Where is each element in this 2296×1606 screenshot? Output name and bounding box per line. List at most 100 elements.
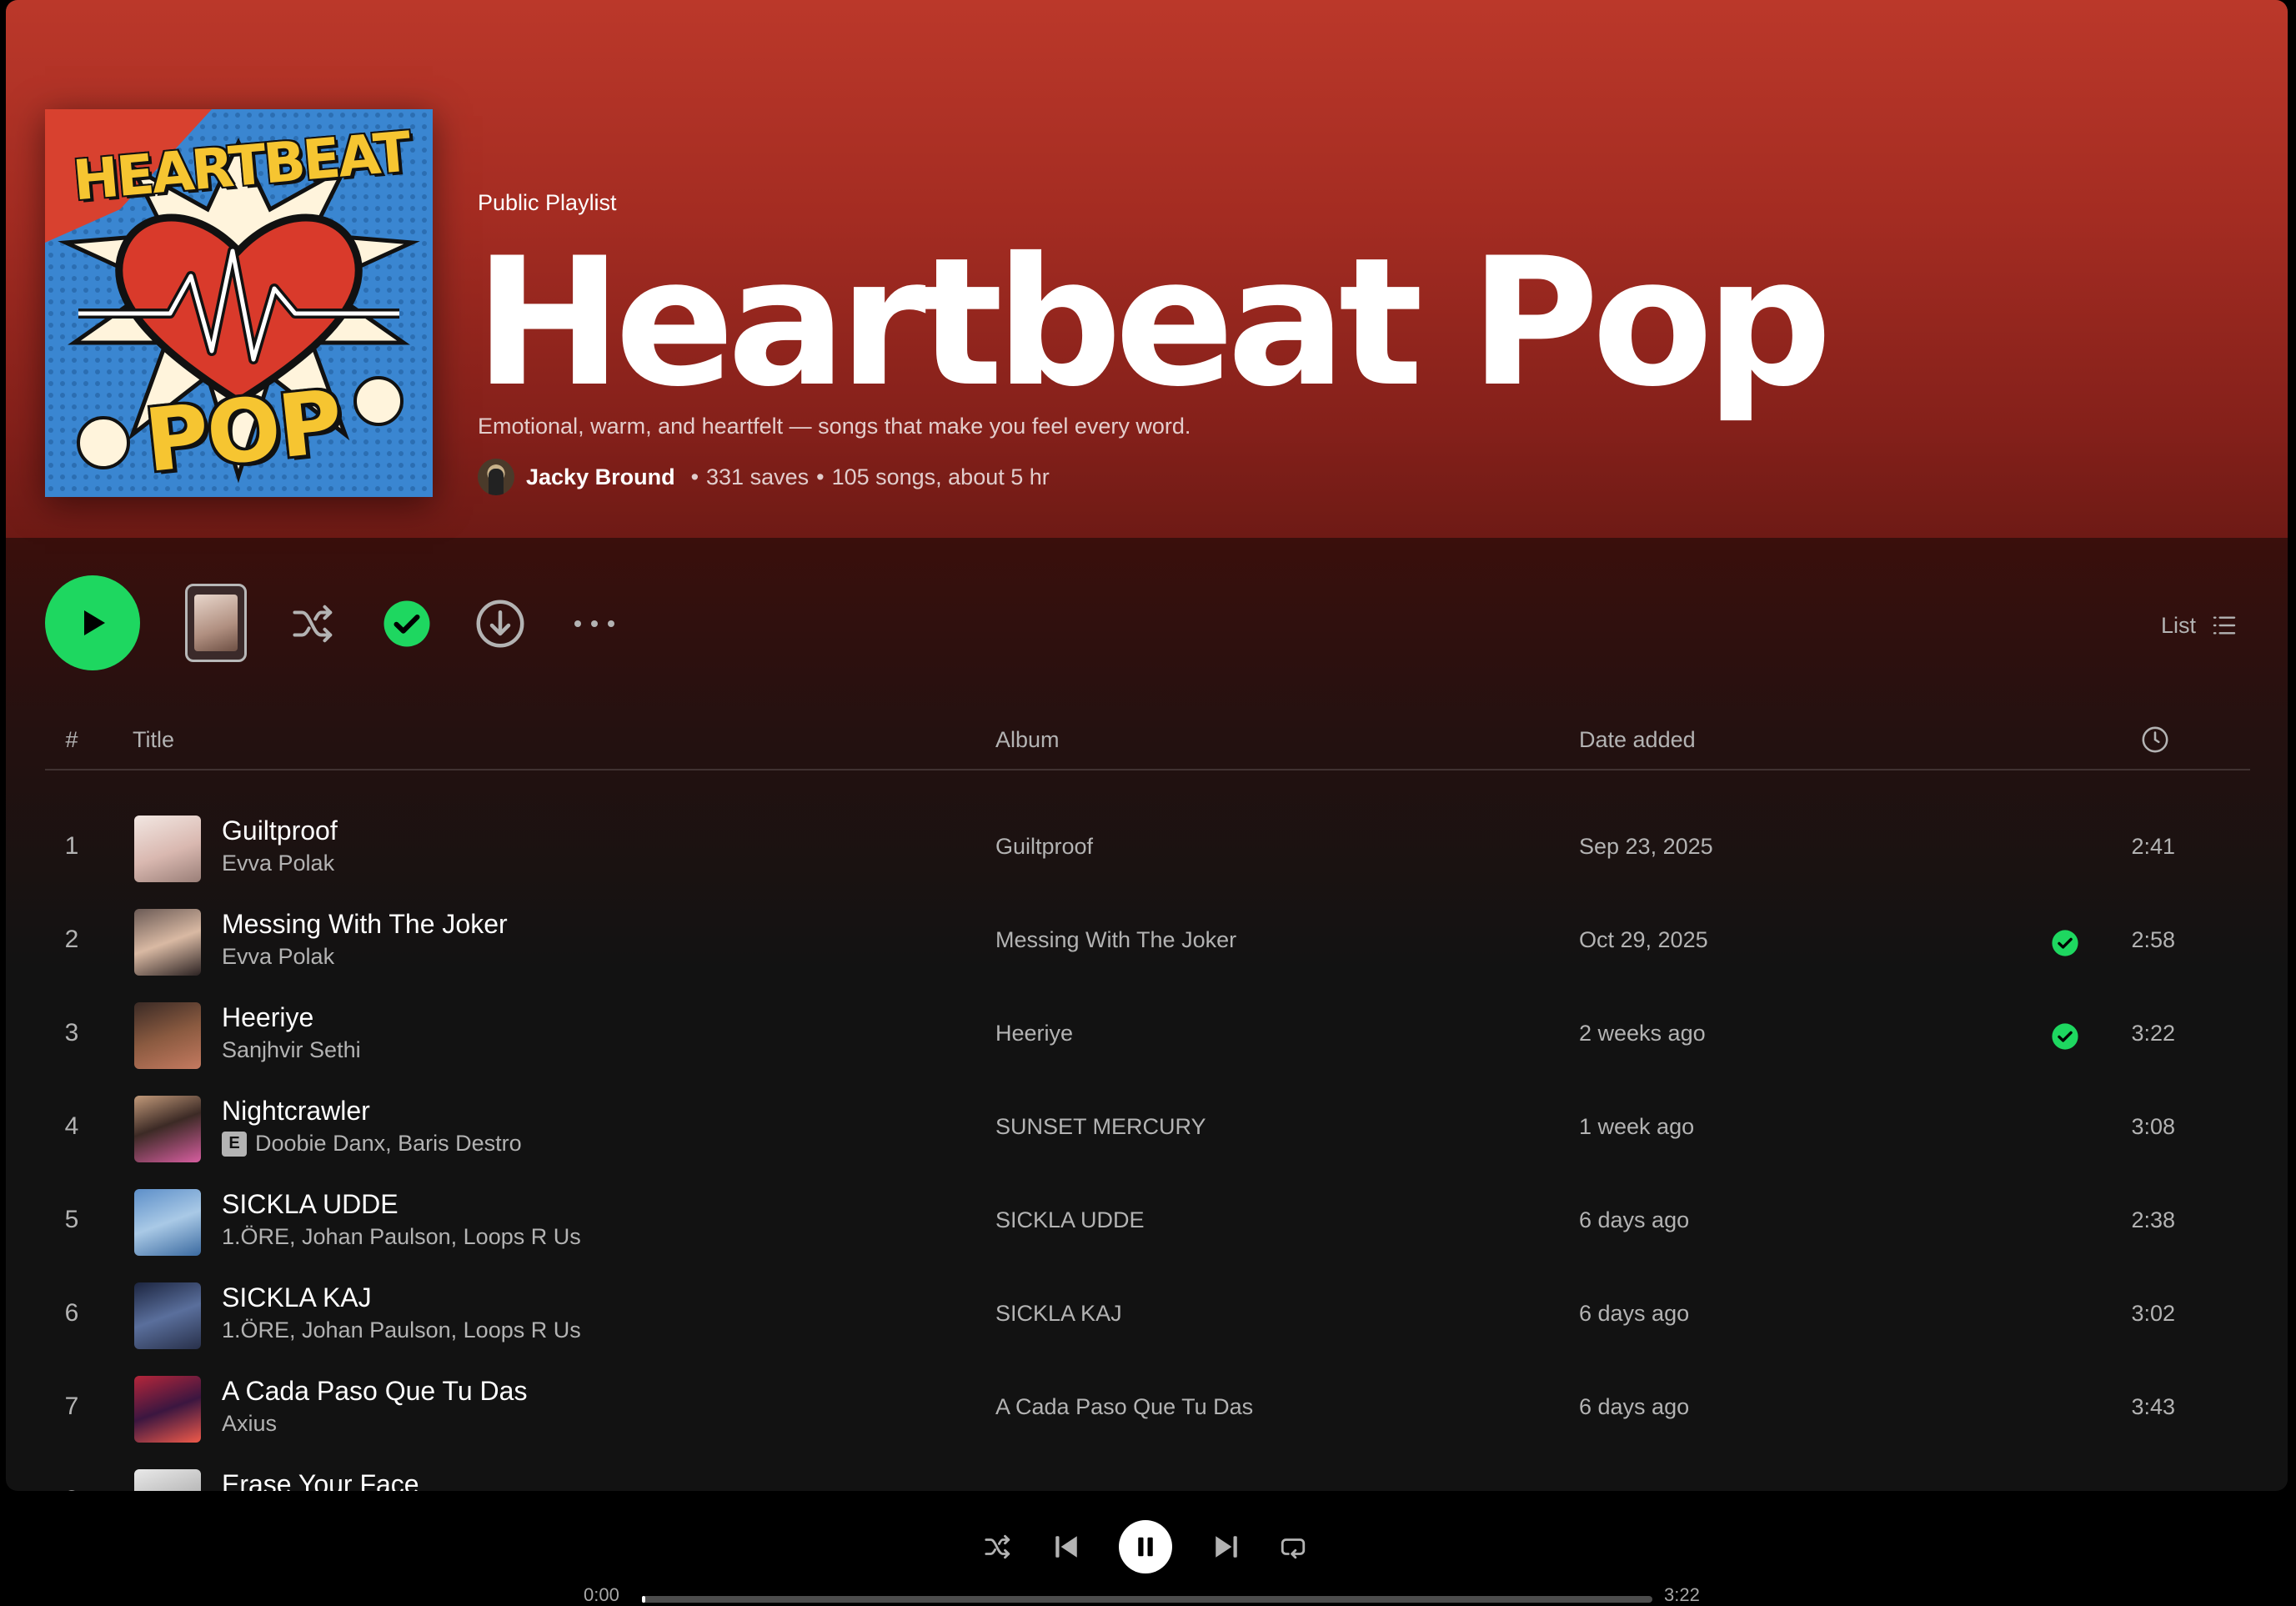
meta-separator: • [816,464,825,489]
column-date-header[interactable]: Date added [1579,727,1696,753]
track-thumbnail [134,1376,201,1443]
track-title-link[interactable]: Guiltproof [222,816,338,846]
track-artist[interactable]: Evva Polak [222,851,334,876]
track-artist-link[interactable]: Evva Polak [222,944,334,970]
skip-next-icon [1216,1536,1237,1558]
track-artist[interactable]: Evva Polak [222,944,334,970]
track-date-added: Sep 23, 2025 [1579,834,1713,859]
track-duration: 2:41 [2131,834,2175,859]
pause-button[interactable] [1119,1520,1172,1573]
track-duration: 2:38 [2131,1207,2175,1232]
track-number: 5 [64,1206,79,1233]
track-album-link[interactable]: Messing With The Joker [995,927,1236,953]
saves-count: 331 saves [706,464,810,489]
track-artist-link[interactable]: 1.ÖRE, Johan Paulson, Loops R Us [222,1317,581,1343]
track-number: 3 [64,1019,79,1046]
track-artist[interactable]: E Doobie Danx, Baris Destro [222,1131,522,1157]
column-duration-header[interactable] [2141,725,2169,760]
skip-previous-icon [1055,1536,1077,1558]
preview-cover-button[interactable] [185,584,247,662]
track-album-link[interactable]: SICKLA UDDE [995,1207,1145,1233]
track-artist-link[interactable]: Evva Polak [222,851,334,876]
previous-track-button[interactable] [1049,1529,1084,1564]
track-album-link[interactable]: SUNSET MERCURY [995,1114,1206,1140]
play-button[interactable] [45,575,140,670]
track-title-link[interactable]: Heeriye [222,1002,313,1033]
track-date-added: Oct 29, 2025 [1579,927,1708,952]
repeat-button[interactable] [1276,1529,1311,1564]
track-duration: 2:58 [2131,927,2175,952]
app-window: HEARTBEAT POP Public Playlist Heartbeat … [6,0,2288,1491]
track-row[interactable]: 7 A Cada Paso Que Tu Das Axius A Cada Pa… [45,1363,2250,1456]
track-artist[interactable]: 1.ÖRE, Johan Paulson, Loops R Us [222,1224,581,1250]
progress-fill [642,1596,645,1603]
check-circle-icon [384,600,430,647]
track-row[interactable]: 5 SICKLA UDDE 1.ÖRE, Johan Paulson, Loop… [45,1176,2250,1269]
playback-progress-bar[interactable] [642,1596,1652,1603]
view-mode-label: List [2160,612,2196,638]
track-title-link[interactable]: Erase Your Face [222,1469,419,1491]
playlist-description: Emotional, warm, and heartfelt — songs t… [478,414,1191,439]
track-number: 2 [64,926,79,953]
track-title-link[interactable]: A Cada Paso Que Tu Das [222,1376,527,1407]
more-icon [574,620,614,627]
more-options-button[interactable] [569,609,619,639]
view-mode-toggle[interactable]: List [2161,609,2238,642]
track-title-link[interactable]: Nightcrawler [222,1096,370,1127]
saved-to-library-button[interactable] [382,599,432,649]
player-shuffle-button[interactable] [980,1529,1015,1564]
track-row[interactable]: 2 Messing With The Joker Evva Polak Mess… [45,896,2250,989]
download-button[interactable] [475,599,525,649]
track-artist[interactable]: Sanjhvir Sethi [222,1037,361,1063]
track-row[interactable]: 8 Erase Your Face [45,1456,2250,1491]
shuffle-icon [293,605,333,643]
column-number-header: # [65,727,78,752]
next-track-button[interactable] [1209,1529,1244,1564]
playlist-meta: Jacky Bround • 331 saves • 105 songs, ab… [478,457,1050,497]
track-number: 4 [64,1112,79,1140]
track-thumbnail [134,1282,201,1349]
meta-separator: • [690,464,699,489]
track-title-link[interactable]: SICKLA KAJ [222,1282,372,1313]
track-row[interactable]: 3 Heeriye Sanjhvir Sethi Heeriye 2 weeks… [45,989,2250,1082]
track-title-link[interactable]: SICKLA UDDE [222,1189,399,1220]
track-thumbnail [134,816,201,882]
track-artist-link[interactable]: Axius [222,1411,277,1437]
shuffle-button[interactable] [287,600,340,647]
track-artist[interactable]: Axius [222,1411,277,1437]
owner-name-link[interactable]: Jacky Bround [526,464,675,490]
track-row[interactable]: 6 SICKLA KAJ 1.ÖRE, Johan Paulson, Loops… [45,1269,2250,1363]
playlist-type-label: Public Playlist [478,190,617,215]
track-number: 6 [64,1299,79,1327]
check-circle-icon[interactable] [2051,929,2079,957]
track-album-link[interactable]: A Cada Paso Que Tu Das [995,1394,1253,1420]
column-title-header[interactable]: Title [133,727,174,753]
track-number: 1 [64,832,79,860]
pause-icon [1138,1537,1153,1557]
track-title-link[interactable]: Messing With The Joker [222,909,508,940]
elapsed-time: 0:00 [584,1584,619,1605]
track-album-link[interactable]: Heeriye [995,1021,1073,1046]
page-title: Heartbeat Pop [474,219,1832,425]
track-duration: 3:02 [2131,1301,2175,1326]
explicit-badge: E [222,1131,247,1157]
track-artist[interactable]: 1.ÖRE, Johan Paulson, Loops R Us [222,1317,581,1343]
track-date-added: 1 week ago [1579,1114,1695,1139]
preview-cover-image [194,595,238,651]
repeat-icon [1281,1538,1306,1559]
track-album-link[interactable]: Guiltproof [995,834,1093,860]
column-album-header[interactable]: Album [995,727,1060,753]
check-circle-icon[interactable] [2051,1022,2079,1051]
track-artist-link[interactable]: Doobie Danx, Baris Destro [255,1131,522,1157]
track-artist-link[interactable]: Sanjhvir Sethi [222,1037,361,1063]
track-thumbnail [134,909,201,976]
playlist-cover-art[interactable]: HEARTBEAT POP [45,109,433,497]
track-album-link[interactable]: SICKLA KAJ [995,1301,1122,1327]
track-row[interactable]: 4 Nightcrawler E Doobie Danx, Baris Dest… [45,1082,2250,1176]
owner-avatar[interactable] [478,459,514,495]
track-row[interactable]: 1 Guiltproof Evva Polak Guiltproof Sep 2… [45,802,2250,896]
track-artist-link[interactable]: 1.ÖRE, Johan Paulson, Loops R Us [222,1224,581,1250]
clock-icon [2142,726,2168,753]
songs-duration: 105 songs, about 5 hr [831,464,1050,489]
track-date-added: 2 weeks ago [1579,1021,1706,1046]
